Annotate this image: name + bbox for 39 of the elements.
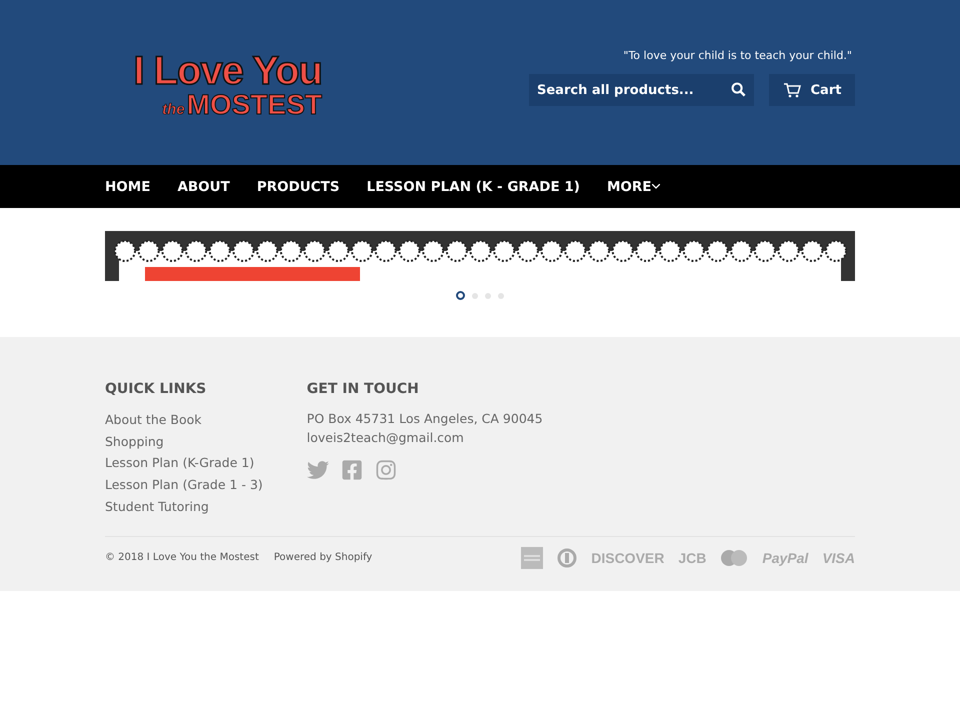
footer-link[interactable]: About the Book — [105, 409, 263, 431]
tagline: "To love your child is to teach your child." — [623, 49, 852, 62]
slide-dot[interactable] — [498, 292, 504, 298]
search-field[interactable]: Search all products... — [529, 74, 754, 106]
footer-heading: GET IN TOUCH — [306, 381, 420, 397]
logo-text: MOSTEST — [186, 90, 322, 118]
footer-link[interactable]: Lesson Plan (Grade 1 - 3) — [105, 474, 263, 496]
copyright-text: © 2018 I Love You the Mostest — [105, 552, 259, 564]
address-text: PO Box 45731 Los Angeles, CA 90045 — [306, 410, 543, 428]
facebook-icon[interactable] — [340, 459, 363, 481]
slide-dot[interactable] — [485, 292, 491, 298]
footer-link[interactable]: Student Tutoring — [105, 496, 263, 518]
footer-link[interactable]: Lesson Plan (K-Grade 1) — [105, 452, 263, 474]
email-link[interactable]: loveis2teach@gmail.com — [306, 428, 543, 447]
slide-dot[interactable] — [472, 292, 478, 298]
logo-text: the — [162, 100, 185, 118]
card-icon — [521, 546, 544, 569]
nav-link[interactable]: HOME — [105, 178, 150, 194]
logo-text: I Love You — [133, 50, 322, 90]
nav-link[interactable]: MORE — [606, 178, 660, 194]
footer-heading: QUICK LINKS — [105, 381, 208, 397]
payment-logo: VISA — [822, 550, 855, 566]
twitter-icon[interactable] — [306, 459, 329, 481]
nav-link[interactable]: LESSON PLAN (K - GRADE 1) — [366, 178, 580, 194]
slide-dot[interactable] — [456, 291, 465, 300]
footer-link[interactable]: Shopping — [105, 430, 263, 452]
circle-logo-icon — [557, 548, 578, 568]
nav-link[interactable]: ABOUT — [177, 178, 230, 194]
payment-logo: PayPal — [762, 550, 808, 566]
payment-logo: DISCOVER — [591, 550, 664, 566]
nav-link[interactable]: PRODUCTS — [256, 178, 340, 194]
powered-by-link[interactable]: Powered by Shopify — [274, 552, 372, 564]
overlapping-circles-icon — [720, 548, 748, 567]
instagram-icon[interactable] — [374, 459, 397, 481]
cart-icon — [782, 82, 801, 98]
payment-logo: JCB — [678, 550, 706, 566]
cart-button[interactable]: Cart — [769, 74, 855, 106]
search-icon[interactable] — [731, 82, 746, 97]
caret-icon — [652, 184, 660, 189]
